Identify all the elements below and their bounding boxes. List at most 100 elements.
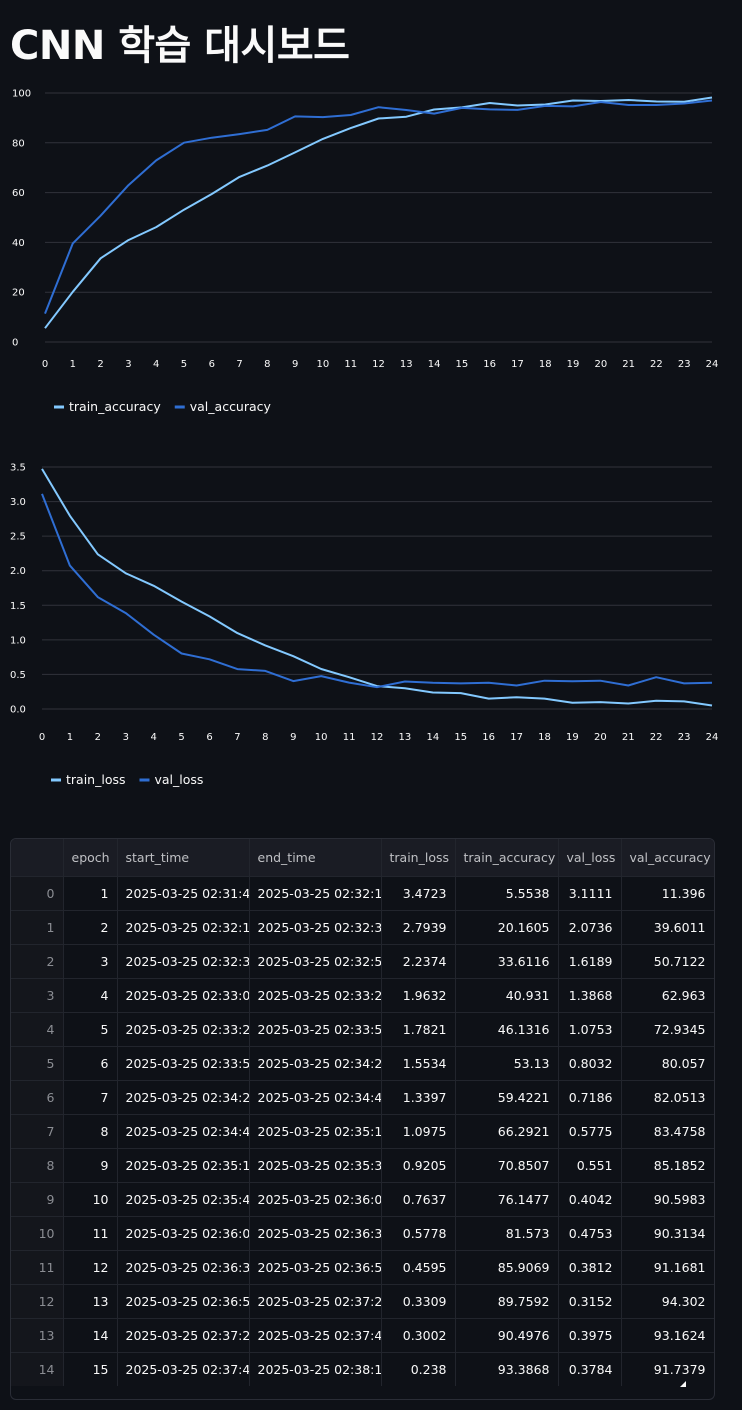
row-index-cell[interactable]: 8 (11, 1148, 64, 1183)
table-cell-train_loss[interactable]: 1.7821 (381, 1012, 456, 1047)
table-row[interactable]: 8 9 2025-03-25 02:35:15 2025-03-25 02:35:39… (11, 1148, 714, 1183)
table-cell-train_loss[interactable]: 1.3397 (381, 1080, 456, 1115)
table-row[interactable]: 11 12 2025-03-25 02:36:32 2025-03-25 02:36:… (11, 1250, 714, 1285)
row-index-cell[interactable]: 12 (11, 1284, 64, 1319)
table-cell-val_loss[interactable]: 0.551 (558, 1148, 622, 1183)
metrics-table[interactable]: epoch start_time end_time train_loss train_a… (11, 839, 714, 1386)
table-cell-train_accuracy[interactable]: 89.7592 (455, 1284, 559, 1319)
column-header-val_loss[interactable]: val_loss (558, 839, 622, 877)
row-index-cell[interactable]: 14 (11, 1352, 64, 1386)
row-index-cell[interactable]: 7 (11, 1114, 64, 1149)
table-cell-val_loss[interactable]: 2.0736 (558, 910, 622, 945)
row-index-cell[interactable]: 10 (11, 1216, 64, 1251)
column-header-val_accuracy[interactable]: val_accuracy (621, 839, 714, 877)
table-cell-end_time[interactable]: 2025-03-25 02:33:27 (249, 978, 382, 1013)
table-cell-val_accuracy[interactable]: 93.1624 (621, 1318, 714, 1353)
table-cell-val_loss[interactable]: 0.7186 (558, 1080, 622, 1115)
table-cell-epoch[interactable]: 11 (63, 1216, 118, 1251)
table-row[interactable]: 10 11 2025-03-25 02:36:06 2025-03-25 02:36:… (11, 1216, 714, 1251)
row-index-cell[interactable]: 1 (11, 910, 64, 945)
table-cell-start_time[interactable]: 2025-03-25 02:34:49 (117, 1114, 250, 1149)
table-cell-end_time[interactable]: 2025-03-25 02:32:34 (249, 910, 382, 945)
table-cell-train_accuracy[interactable]: 40.931 (455, 978, 559, 1013)
table-cell-start_time[interactable]: 2025-03-25 02:31:46 (117, 876, 250, 911)
table-cell-end_time[interactable]: 2025-03-25 02:33:55 (249, 1012, 382, 1047)
table-cell-val_loss[interactable]: 0.3152 (558, 1284, 622, 1319)
table-cell-train_loss[interactable]: 2.2374 (381, 944, 456, 979)
table-cell-train_accuracy[interactable]: 20.1605 (455, 910, 559, 945)
table-cell-epoch[interactable]: 8 (63, 1114, 118, 1149)
table-cell-val_accuracy[interactable]: 72.9345 (621, 1012, 714, 1047)
table-cell-train_loss[interactable]: 1.9632 (381, 978, 456, 1013)
row-index-cell[interactable]: 2 (11, 944, 64, 979)
table-cell-train_loss[interactable]: 0.3309 (381, 1284, 456, 1319)
table-cell-epoch[interactable]: 7 (63, 1080, 118, 1115)
table-cell-val_loss[interactable]: 0.4042 (558, 1182, 622, 1217)
row-index-cell[interactable]: 6 (11, 1080, 64, 1115)
table-row[interactable]: 12 13 2025-03-25 02:36:59 2025-03-25 02:37:… (11, 1284, 714, 1319)
table-cell-val_accuracy[interactable]: 90.5983 (621, 1182, 714, 1217)
table-cell-train_loss[interactable]: 3.4723 (381, 876, 456, 911)
table-cell-val_loss[interactable]: 0.3812 (558, 1250, 622, 1285)
table-cell-end_time[interactable]: 2025-03-25 02:32:59 (249, 944, 382, 979)
column-header-epoch[interactable]: epoch (63, 839, 118, 877)
table-cell-epoch[interactable]: 3 (63, 944, 118, 979)
table-cell-end_time[interactable]: 2025-03-25 02:38:14 (249, 1352, 382, 1386)
table-cell-val_accuracy[interactable]: 91.7379 (621, 1352, 714, 1386)
table-cell-train_loss[interactable]: 0.3002 (381, 1318, 456, 1353)
table-cell-train_accuracy[interactable]: 76.1477 (455, 1182, 559, 1217)
table-cell-start_time[interactable]: 2025-03-25 02:33:29 (117, 1012, 250, 1047)
table-cell-start_time[interactable]: 2025-03-25 02:36:32 (117, 1250, 250, 1285)
table-row[interactable]: 13 14 2025-03-25 02:37:24 2025-03-25 02:37:… (11, 1318, 714, 1353)
table-cell-train_loss[interactable]: 0.5778 (381, 1216, 456, 1251)
table-cell-train_loss[interactable]: 0.7637 (381, 1182, 456, 1217)
table-cell-start_time[interactable]: 2025-03-25 02:37:24 (117, 1318, 250, 1353)
column-header-train_loss[interactable]: train_loss (381, 839, 456, 877)
table-row[interactable]: 3 4 2025-03-25 02:33:01 2025-03-25 02:33:27… (11, 978, 714, 1013)
table-cell-val_loss[interactable]: 1.3868 (558, 978, 622, 1013)
table-cell-start_time[interactable]: 2025-03-25 02:34:24 (117, 1080, 250, 1115)
table-cell-val_loss[interactable]: 3.1111 (558, 876, 622, 911)
table-cell-end_time[interactable]: 2025-03-25 02:34:48 (249, 1080, 382, 1115)
table-cell-epoch[interactable]: 13 (63, 1284, 118, 1319)
table-cell-val_accuracy[interactable]: 82.0513 (621, 1080, 714, 1115)
table-row[interactable]: 1 2 2025-03-25 02:32:11 2025-03-25 02:32:34… (11, 910, 714, 945)
table-row[interactable]: 14 15 2025-03-25 02:37:49 2025-03-25 02:38:… (11, 1352, 714, 1386)
table-cell-val_accuracy[interactable]: 90.3134 (621, 1216, 714, 1251)
table-cell-end_time[interactable]: 2025-03-25 02:37:48 (249, 1318, 382, 1353)
table-cell-val_accuracy[interactable]: 80.057 (621, 1046, 714, 1081)
table-cell-val_accuracy[interactable]: 91.1681 (621, 1250, 714, 1285)
table-row[interactable]: 9 10 2025-03-25 02:35:40 2025-03-25 02:36:0… (11, 1182, 714, 1217)
table-cell-start_time[interactable]: 2025-03-25 02:36:06 (117, 1216, 250, 1251)
table-cell-epoch[interactable]: 6 (63, 1046, 118, 1081)
table-cell-train_accuracy[interactable]: 70.8507 (455, 1148, 559, 1183)
table-cell-val_loss[interactable]: 0.3975 (558, 1318, 622, 1353)
table-cell-val_loss[interactable]: 1.0753 (558, 1012, 622, 1047)
table-cell-val_loss[interactable]: 0.3784 (558, 1352, 622, 1386)
table-cell-end_time[interactable]: 2025-03-25 02:36:30 (249, 1216, 382, 1251)
table-cell-val_accuracy[interactable]: 94.302 (621, 1284, 714, 1319)
table-cell-val_accuracy[interactable]: 62.963 (621, 978, 714, 1013)
table-cell-train_accuracy[interactable]: 59.4221 (455, 1080, 559, 1115)
table-cell-train_accuracy[interactable]: 66.2921 (455, 1114, 559, 1149)
table-cell-epoch[interactable]: 12 (63, 1250, 118, 1285)
table-cell-train_accuracy[interactable]: 90.4976 (455, 1318, 559, 1353)
loss-chart[interactable]: 0.0 0.5 1.0 1.5 2.0 2.5 3.0 3.5 0 1 2 3 4 5 6 7 8 9 10 11 12… (0, 455, 742, 800)
table-cell-epoch[interactable]: 9 (63, 1148, 118, 1183)
row-index-cell[interactable]: 9 (11, 1182, 64, 1217)
table-cell-end_time[interactable]: 2025-03-25 02:36:04 (249, 1182, 382, 1217)
table-cell-end_time[interactable]: 2025-03-25 02:35:14 (249, 1114, 382, 1149)
table-cell-train_loss[interactable]: 1.0975 (381, 1114, 456, 1149)
table-cell-train_accuracy[interactable]: 81.573 (455, 1216, 559, 1251)
row-index-cell[interactable]: 5 (11, 1046, 64, 1081)
accuracy-chart-svg[interactable]: 0204060801000 1 2 3 4 5 6 7 8 9 10 11 12 13 14 15 16 17 18… (0, 80, 742, 425)
column-header-end_time[interactable]: end_time (249, 839, 382, 877)
dataframe-table[interactable]: epoch start_time end_time train_loss train_a… (10, 838, 715, 1400)
table-cell-end_time[interactable]: 2025-03-25 02:37:23 (249, 1284, 382, 1319)
table-row[interactable]: 5 6 2025-03-25 02:33:56 2025-03-25 02:34:22… (11, 1046, 714, 1081)
table-cell-train_accuracy[interactable]: 85.9069 (455, 1250, 559, 1285)
table-cell-end_time[interactable]: 2025-03-25 02:32:10 (249, 876, 382, 911)
table-cell-val_loss[interactable]: 0.8032 (558, 1046, 622, 1081)
row-index-cell[interactable]: 4 (11, 1012, 64, 1047)
table-cell-train_loss[interactable]: 1.5534 (381, 1046, 456, 1081)
